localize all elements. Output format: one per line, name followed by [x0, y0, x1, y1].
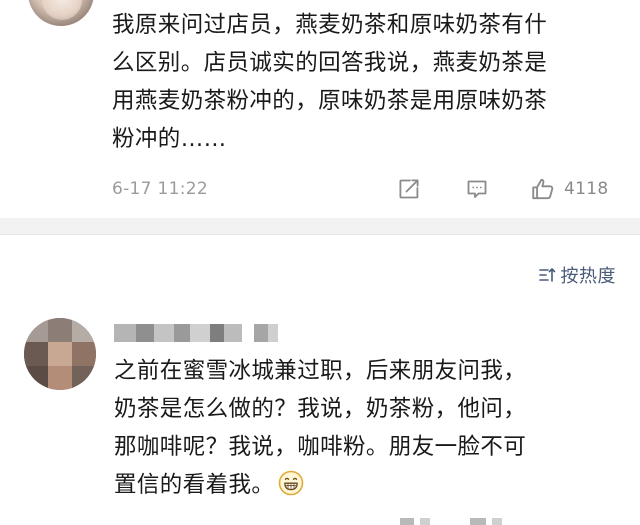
- avatar-face: [42, 0, 82, 20]
- grinning-face-emoji: [278, 470, 304, 508]
- comment-line: 用燕麦奶茶粉冲的，原味奶茶是用原味奶茶: [112, 88, 548, 114]
- comment-text: 之前在蜜雪冰城兼过职，后来朋友问我， 奶茶是怎么做的？我说，奶茶粉，他问， 那咖…: [114, 352, 614, 508]
- share-icon[interactable]: [396, 176, 422, 202]
- username-blurred[interactable]: [114, 322, 278, 344]
- comment-meta-row: 6-17 11:22 4118: [112, 176, 622, 202]
- timestamp: 6-17 11:22: [112, 179, 208, 199]
- avatar-pixel: [72, 366, 96, 390]
- avatar-pixel: [48, 342, 72, 366]
- avatar-pixel: [24, 342, 48, 366]
- section-divider: [0, 218, 640, 234]
- avatar-pixel: [24, 366, 48, 390]
- comment-line: 置信的看着我。: [114, 466, 614, 508]
- comment-text: 我原来问过店员，燕麦奶茶和原味奶茶有什 么区别。店员诚实的回答我说，燕麦奶茶是 …: [112, 6, 622, 158]
- avatar-pixel: [24, 318, 48, 342]
- comment-line-text: 置信的看着我。: [114, 472, 275, 498]
- avatar-pixel: [48, 366, 72, 390]
- comment-line: 粉冲的……: [112, 126, 227, 152]
- divider-line: [0, 234, 640, 235]
- comment-line: 我原来问过店员，燕麦奶茶和原味奶茶有什: [112, 12, 548, 38]
- comment-line: 奶茶是怎么做的？我说，奶茶粉，他问，: [114, 396, 527, 422]
- like-count: 4118: [564, 179, 609, 199]
- comment-line: 之前在蜜雪冰城兼过职，后来朋友问我，: [114, 358, 527, 384]
- avatar[interactable]: [28, 0, 94, 26]
- next-row-hint: [400, 516, 560, 525]
- sort-label: 按热度: [560, 266, 616, 287]
- avatar[interactable]: [24, 318, 96, 390]
- comment-item: 我原来问过店员，燕麦奶茶和原味奶茶有什 么区别。店员诚实的回答我说，燕麦奶茶是 …: [0, 0, 640, 225]
- comment-feed: 我原来问过店员，燕麦奶茶和原味奶茶有什 么区别。店员诚实的回答我说，燕麦奶茶是 …: [0, 0, 640, 525]
- like-button[interactable]: 4118: [530, 176, 608, 202]
- sort-toggle-button[interactable]: 按热度: [537, 262, 617, 288]
- avatar-pixel: [72, 318, 96, 342]
- avatar-pixel: [48, 318, 72, 342]
- avatar-pixel: [72, 342, 96, 366]
- sort-icon: [537, 265, 557, 285]
- like-icon: [530, 176, 556, 202]
- comment-line: 么区别。店员诚实的回答我说，燕麦奶茶是: [112, 50, 548, 76]
- comment-icon[interactable]: [464, 176, 490, 202]
- comment-line: 那咖啡呢？我说，咖啡粉。朋友一脸不可: [114, 434, 527, 460]
